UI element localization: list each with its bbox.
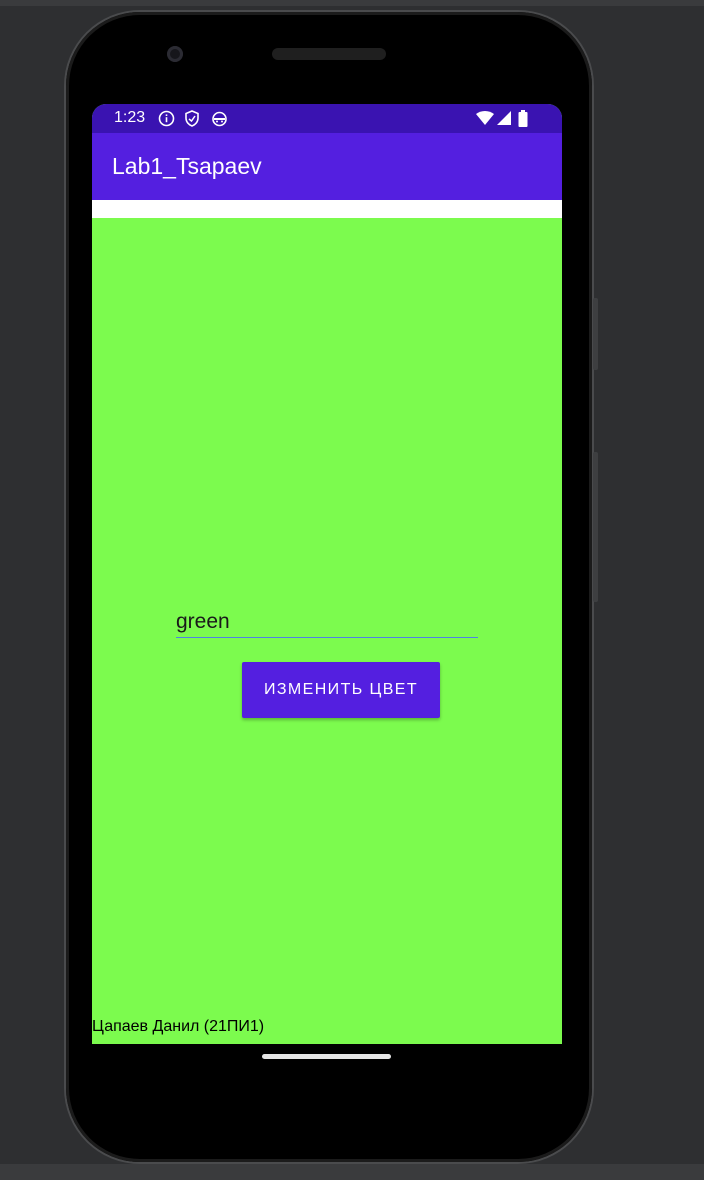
shield-icon [184,110,200,131]
home-gesture-bar[interactable] [262,1054,391,1059]
signal-icon [496,110,512,130]
info-icon [158,110,175,131]
app-screen: 1:23 Lab1_Tsapaev ИЗМЕНИТЬ ЦВЕТ Цапаев Д… [92,104,562,1044]
header-spacer [92,200,562,218]
color-input[interactable] [176,607,478,638]
emulator-top-edge [0,0,704,6]
app-title: Lab1_Tsapaev [112,153,262,179]
status-bar: 1:23 [92,104,562,133]
battery-icon [518,110,528,131]
earpiece-speaker [272,48,386,60]
power-button[interactable] [593,298,598,370]
wifi-icon [475,110,495,130]
emulator-bottom-edge [0,1164,704,1180]
volume-rocker[interactable] [593,452,598,602]
app-bar: Lab1_Tsapaev [92,133,562,200]
status-time: 1:23 [114,109,146,126]
change-color-button[interactable]: ИЗМЕНИТЬ ЦВЕТ [242,662,440,718]
front-camera [167,46,183,62]
android-icon [211,110,228,131]
author-label: Цапаев Данил (21ПИ1) [92,1018,265,1035]
